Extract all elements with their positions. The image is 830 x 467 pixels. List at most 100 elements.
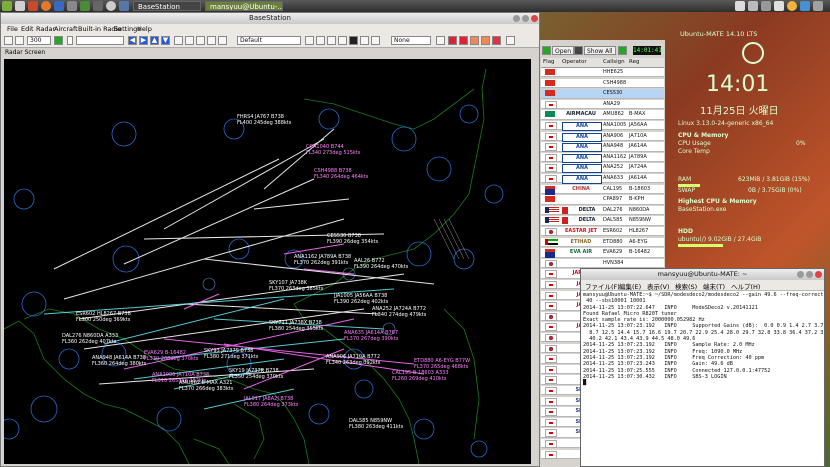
- task-terminal[interactable]: mansyuu@Ubuntu-...: [205, 1, 283, 11]
- column-flag[interactable]: Flag: [543, 58, 555, 67]
- aircraft-label[interactable]: SKY107 JA738K FL370 263deg 385kts: [269, 280, 323, 292]
- refresh-icon[interactable]: [54, 36, 63, 45]
- aircraft-row[interactable]: ANA29: [541, 99, 664, 110]
- zoom-select[interactable]: 300: [27, 36, 51, 45]
- terminal-menu-file[interactable]: ファイル(F): [585, 281, 620, 291]
- basestation-titlebar[interactable]: BaseStation: [1, 13, 539, 24]
- arrow-up-icon[interactable]: ▲: [150, 36, 159, 45]
- open-list-icon[interactable]: [542, 46, 551, 55]
- tool-icon-4[interactable]: [338, 36, 347, 45]
- aircraft-row[interactable]: ANA ANA252 JA724A: [541, 163, 664, 174]
- layer-icon-4[interactable]: [207, 36, 216, 45]
- tool-icon-13[interactable]: [492, 36, 501, 45]
- firefox-icon[interactable]: [41, 1, 51, 11]
- layer-icon-2[interactable]: [185, 36, 194, 45]
- tool-icon-9[interactable]: [448, 36, 457, 45]
- aircraft-row[interactable]: DELTA DAL276 N860DA: [541, 205, 664, 216]
- status-icon[interactable]: [618, 46, 627, 55]
- tool-icon-8[interactable]: [436, 36, 445, 45]
- terminal-output[interactable]: mansyuu@Ubuntu-MATE:~$ ~/SDR/modesdeco2/…: [583, 292, 823, 462]
- menu-help[interactable]: Help: [137, 25, 152, 33]
- volume-icon[interactable]: [761, 1, 771, 11]
- aircraft-label[interactable]: SKY711 JA738X B738 FL380 254deg 355kts: [269, 320, 323, 332]
- terminal-maximize-icon[interactable]: [806, 271, 813, 278]
- menu-aircraft[interactable]: Aircraft: [54, 25, 78, 33]
- aircraft-label[interactable]: SKY93 JA737S B738 FL380 271deg 371kts: [204, 348, 258, 360]
- aircraft-label[interactable]: ANA948 JA614A B738 FL360 264deg 380kts: [92, 355, 146, 367]
- aircraft-label[interactable]: CCA1040 B744 FL340 273deg 515kts: [306, 144, 360, 156]
- indicator-icon[interactable]: [774, 1, 784, 11]
- tool-icon-5[interactable]: [349, 36, 358, 45]
- aircraft-row[interactable]: DELTA DAL585 N859NW: [541, 216, 664, 226]
- aircraft-label[interactable]: CES530 B738 FL390 26deg 354kts: [327, 233, 378, 245]
- menu-edit[interactable]: Edit: [21, 25, 34, 33]
- range-slider-left[interactable]: [67, 36, 73, 45]
- maximize-icon[interactable]: [522, 15, 529, 22]
- aircraft-row[interactable]: AIRMACAU AMU862 B-MAX: [541, 110, 664, 120]
- aircraft-row[interactable]: HVN384: [541, 258, 664, 269]
- column-reg[interactable]: Reg: [629, 58, 639, 67]
- aircraft-label[interactable]: ANA906 JA710A B772 FL340 263deg 392kts: [326, 354, 380, 366]
- aircraft-row[interactable]: EASTAR JET ESR602 HL8267: [541, 227, 664, 237]
- linux-icon[interactable]: [106, 1, 116, 11]
- terminal-menu-terminal[interactable]: 端末(T): [703, 281, 725, 291]
- aircraft-label[interactable]: ESR602 HL8267 B738 FL300 250deg 369kts: [76, 311, 131, 323]
- power-icon[interactable]: [813, 1, 823, 11]
- task-basestation[interactable]: BaseStation: [133, 1, 201, 11]
- aircraft-label[interactable]: DAL585 N859NW FL380 263deg 411kts: [349, 418, 403, 430]
- save-icon[interactable]: [15, 36, 24, 45]
- aircraft-label[interactable]: AAL26 B772 FL390 264deg 470kts: [354, 258, 408, 270]
- terminal-minimize-icon[interactable]: [797, 271, 804, 278]
- settings-icon[interactable]: [67, 1, 77, 11]
- arrow-right-icon[interactable]: ▶: [139, 36, 148, 45]
- aircraft-label[interactable]: AMU862 B-MAX A321 FL370 266deg 383kts: [179, 380, 233, 392]
- mail-icon[interactable]: [800, 1, 810, 11]
- tool-icon-3[interactable]: [327, 36, 336, 45]
- layer-icon-3[interactable]: [196, 36, 205, 45]
- chrome-icon[interactable]: [787, 1, 797, 11]
- filter-select[interactable]: None: [391, 36, 431, 45]
- aircraft-row[interactable]: EVA AIR EVA629 B-16482: [541, 248, 664, 259]
- tool-icon-7[interactable]: [371, 36, 380, 45]
- show-all-button[interactable]: Show All: [584, 46, 616, 55]
- aircraft-row[interactable]: CPA897 B-KPH: [541, 195, 664, 205]
- aircraft-row[interactable]: CES530: [541, 89, 664, 99]
- aircraft-label[interactable]: DAL276 N860DA A333 FL360 262deg 407kts: [62, 333, 118, 345]
- tool-icon-1[interactable]: [305, 36, 314, 45]
- terminal-menu-edit[interactable]: 編集(E): [619, 281, 641, 291]
- aircraft-label[interactable]: JJA1005 JA56AA B738 FL390 262deg 402kts: [334, 293, 388, 305]
- close-icon[interactable]: [531, 15, 538, 22]
- menu-icon[interactable]: [2, 1, 12, 11]
- terminal-titlebar[interactable]: mansyuu@Ubuntu-MATE: ~: [581, 269, 824, 280]
- menu-radar[interactable]: Radar: [36, 25, 55, 33]
- aircraft-label[interactable]: ANA252 JA724A B772 FL340 274deg 479kts: [372, 306, 426, 318]
- places-icon[interactable]: [15, 1, 25, 11]
- aircraft-label[interactable]: ETD880 A6-EYG B77W FL370 265deg 468kts: [414, 358, 470, 370]
- tool-icon-2[interactable]: [316, 36, 325, 45]
- open-icon[interactable]: [4, 36, 13, 45]
- column-operator[interactable]: Operator: [562, 58, 587, 67]
- aircraft-row[interactable]: ANA ANA633 JA614A: [541, 174, 664, 184]
- show-all-icon[interactable]: [574, 46, 583, 55]
- terminal-menu-view[interactable]: 表示(V): [647, 281, 670, 291]
- arrow-left-icon[interactable]: ◀: [128, 36, 137, 45]
- aircraft-label[interactable]: CSH4988 B738 FL340 264deg 464kts: [314, 168, 368, 180]
- aircraft-row[interactable]: ANA ANA948 JA614A: [541, 142, 664, 153]
- open-button[interactable]: Open: [552, 46, 575, 55]
- aircraft-label[interactable]: ANA1162 JA789A B738 FL370 262deg 391kts: [294, 254, 351, 266]
- terminal-close-icon[interactable]: [815, 271, 822, 278]
- aircraft-label[interactable]: EVA629 B-16482 FL330 268deg 370kts: [144, 350, 198, 362]
- display-icon[interactable]: [93, 1, 103, 11]
- tool-icon-12[interactable]: [481, 36, 490, 45]
- monitor-icon[interactable]: [80, 1, 90, 11]
- app-icon[interactable]: [119, 1, 129, 11]
- range-slider[interactable]: [76, 36, 124, 45]
- tool-icon-6[interactable]: [360, 36, 369, 45]
- terminal-menu-search[interactable]: 検索(S): [675, 281, 697, 291]
- layer-icon-1[interactable]: [174, 36, 183, 45]
- layer-icon-5[interactable]: [218, 36, 227, 45]
- aircraft-row[interactable]: ANA ANA906 JA710A: [541, 131, 664, 142]
- aircraft-label[interactable]: FHRS4 JA767 B738 FL400 245deg 388kts: [237, 114, 291, 126]
- aircraft-row[interactable]: ANA ANA1005 JA56AA: [541, 121, 664, 131]
- radar-screen[interactable]: FHRS4 JA767 B738 FL400 245deg 388kts CCA…: [4, 59, 531, 464]
